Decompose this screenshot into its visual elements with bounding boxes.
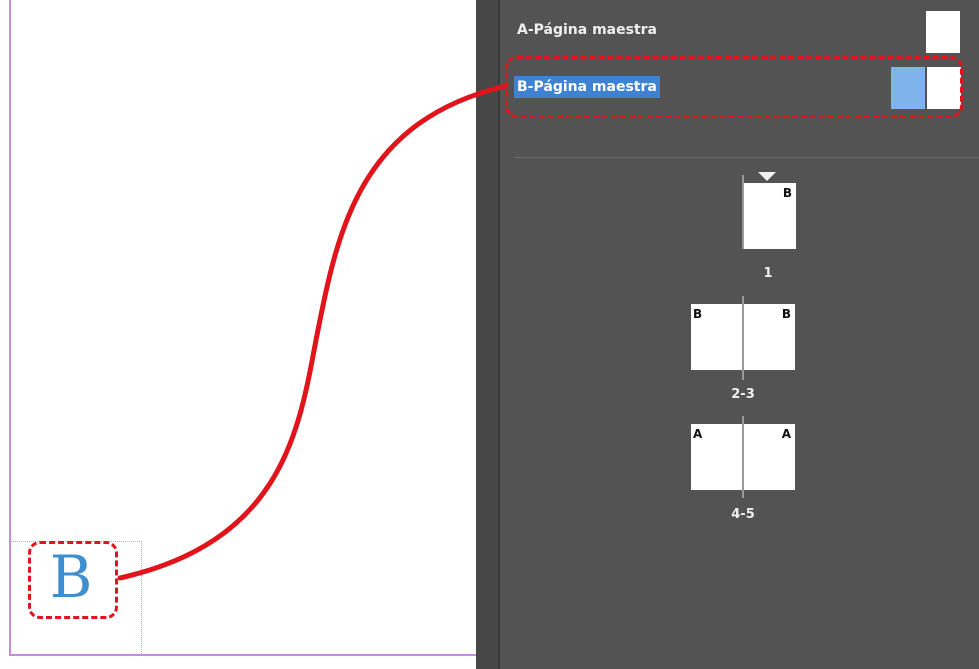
annotation-connector-curve [117,83,509,581]
annotation-connector [117,83,509,581]
